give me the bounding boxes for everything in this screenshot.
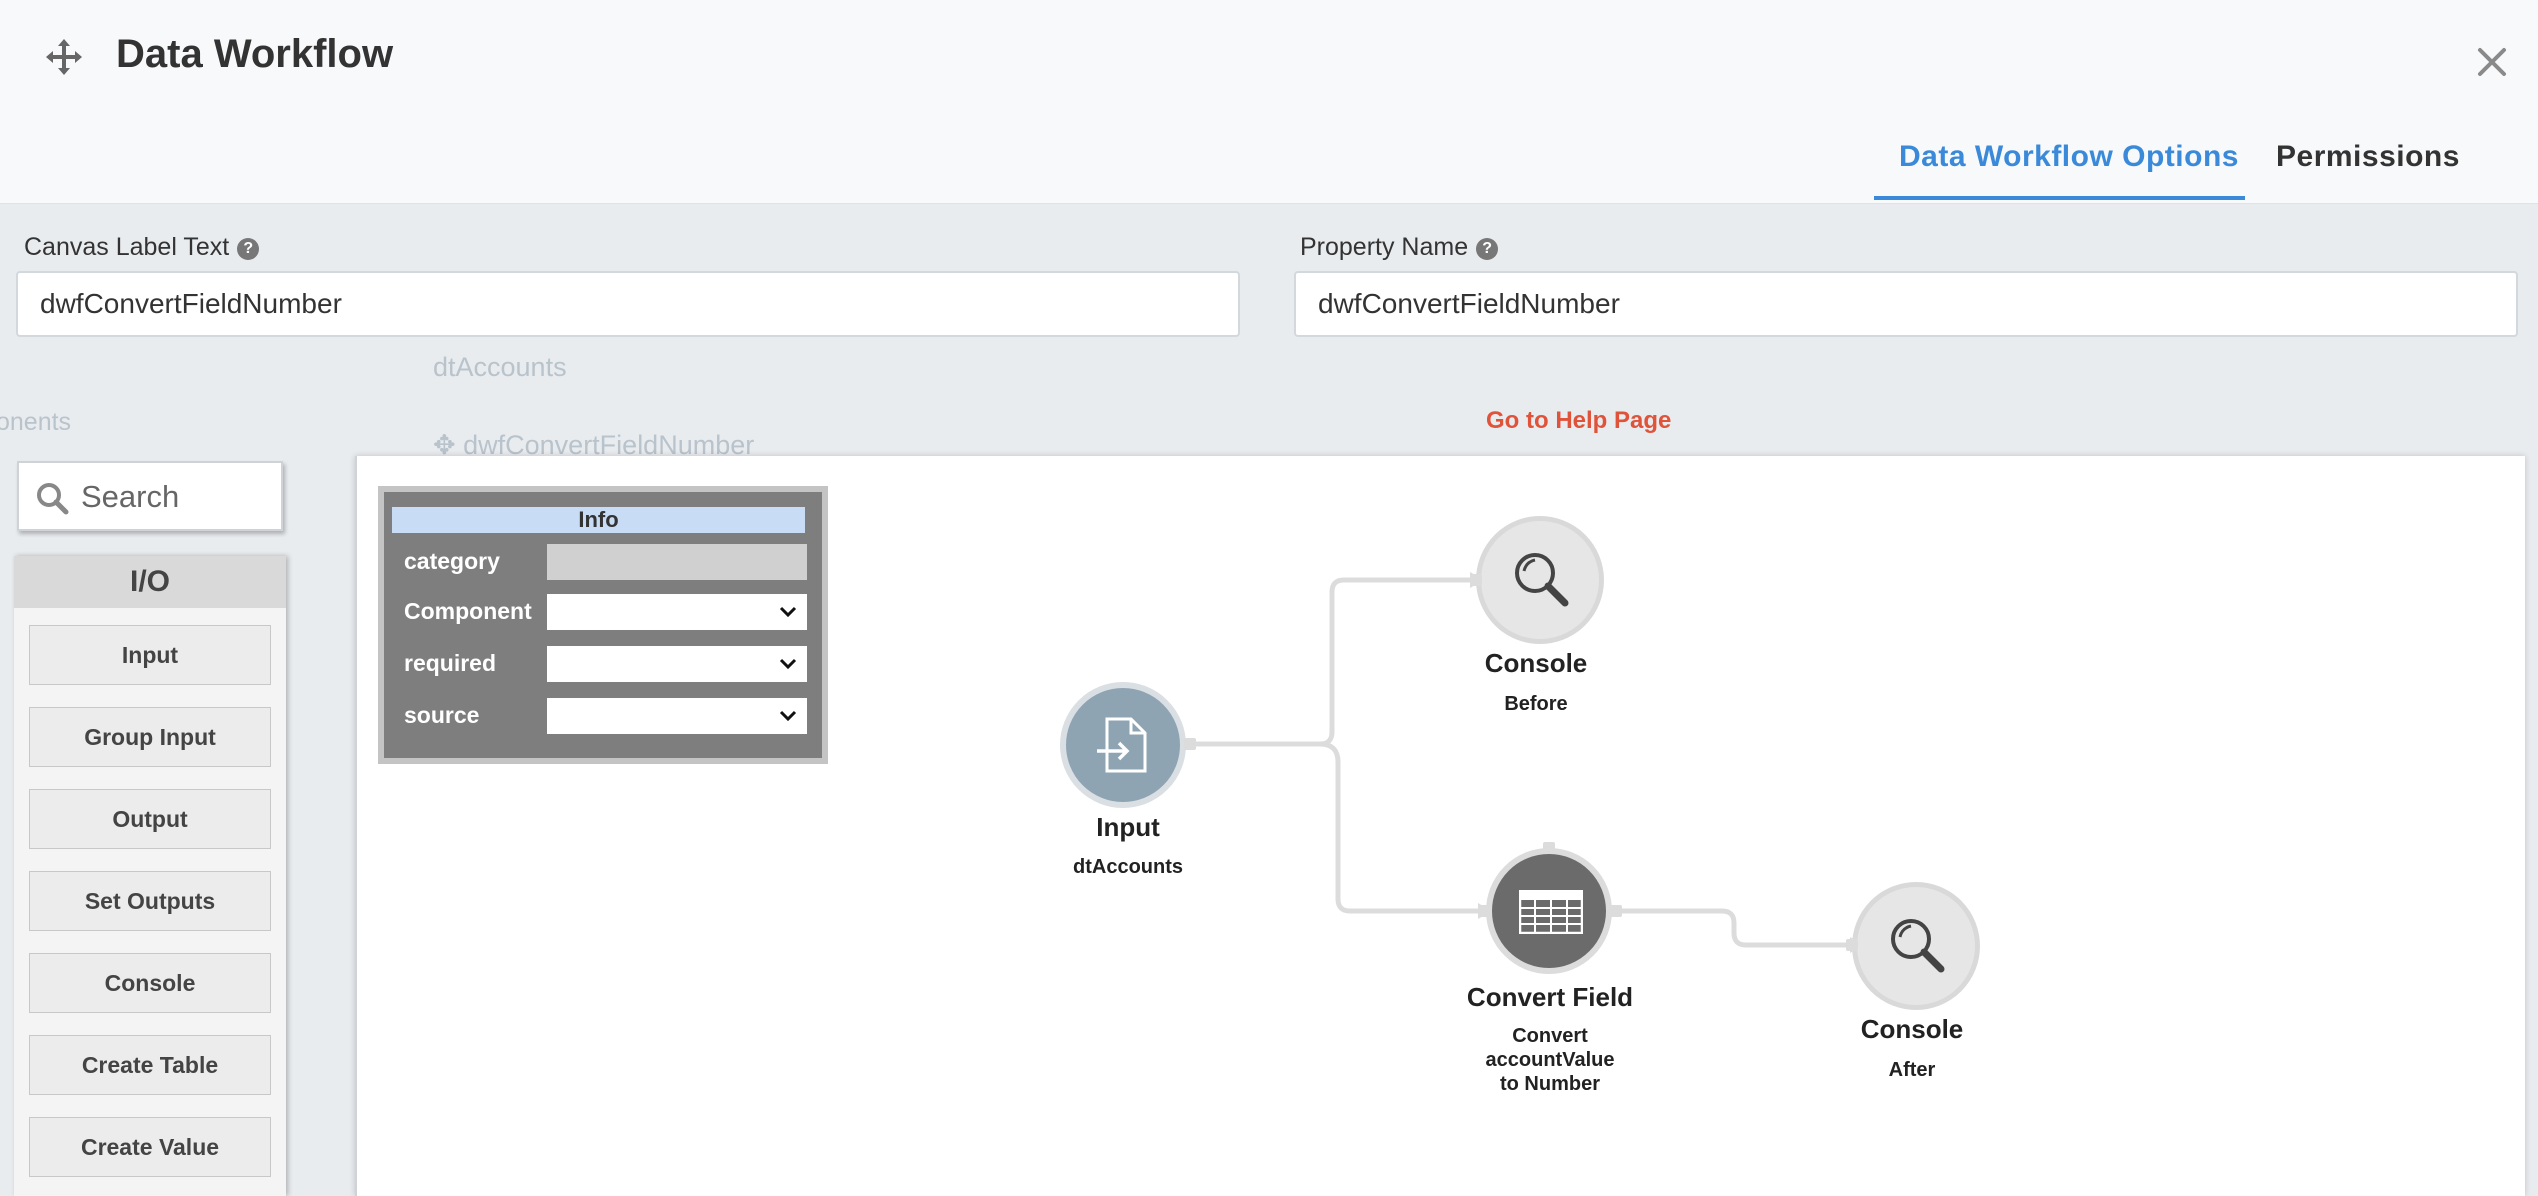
info-required-select[interactable] [547, 646, 807, 682]
convert-subtitle-line: Convert [1512, 1025, 1588, 1047]
node-console-before-title: Console [1484, 648, 1588, 678]
magnifier-icon [1515, 553, 1569, 607]
palette-item-group-input[interactable]: Group Input [29, 707, 271, 767]
active-tab-indicator [1874, 196, 2245, 200]
info-category-field [547, 544, 807, 580]
move-icon[interactable] [44, 37, 84, 77]
info-label-category: category [404, 548, 500, 574]
property-name-input[interactable]: dwfConvertFieldNumber [1294, 271, 2518, 337]
chevron-down-icon [779, 658, 797, 670]
search-icon [37, 483, 69, 515]
chevron-down-icon [779, 710, 797, 722]
close-icon[interactable] [2470, 40, 2514, 84]
node-input[interactable] [1060, 682, 1186, 808]
background-components-label: onents [0, 408, 72, 436]
palette-item-create-value[interactable]: Create Value [29, 1117, 271, 1177]
console-before-in-port[interactable] [1470, 574, 1482, 586]
property-name-caption: Property Name [1300, 233, 1469, 261]
canvas-label-text-label: Canvas Label Text? [24, 233, 260, 262]
tab-permissions[interactable]: Permissions [2276, 140, 2460, 174]
console-after-in-port[interactable] [1846, 939, 1858, 951]
search-placeholder: Search [81, 479, 180, 514]
component-palette: I/O Input Group Input Output Set Outputs… [14, 556, 286, 1196]
convert-top-port[interactable] [1543, 842, 1555, 854]
palette-section-io[interactable]: I/O [14, 556, 286, 608]
node-convert-field-subtitle: Convert accountValue to Number [1430, 1024, 1670, 1096]
table-icon [1519, 890, 1583, 934]
node-input-subtitle: dtAccounts [1073, 856, 1183, 878]
palette-search-input[interactable]: Search [17, 461, 283, 531]
property-name-label: Property Name? [1300, 233, 1499, 262]
help-icon[interactable]: ? [1476, 238, 1499, 260]
palette-item-console[interactable]: Console [29, 953, 271, 1013]
node-input-title: Input [1096, 812, 1160, 842]
palette-item-set-outputs[interactable]: Set Outputs [29, 871, 271, 931]
node-console-after[interactable] [1852, 882, 1980, 1010]
file-import-icon [1097, 717, 1147, 773]
canvas-label-text-input[interactable]: dwfConvertFieldNumber [16, 271, 1240, 337]
modal-title: Data Workflow [116, 32, 394, 76]
help-icon[interactable]: ? [237, 238, 260, 260]
node-convert-field-title: Convert Field [1466, 982, 1634, 1012]
info-panel: Info category Component required source [378, 486, 828, 764]
info-source-select[interactable] [547, 698, 807, 734]
info-label-component: Component [404, 598, 532, 624]
convert-subtitle-line: to Number [1500, 1073, 1600, 1095]
palette-item-input[interactable]: Input [29, 625, 271, 685]
info-component-select[interactable] [547, 594, 807, 630]
node-console-before-subtitle: Before [1504, 693, 1568, 715]
node-console-before[interactable] [1476, 516, 1604, 644]
magnifier-icon [1891, 919, 1945, 973]
node-convert-field[interactable] [1486, 848, 1612, 974]
input-out-port[interactable] [1184, 738, 1196, 750]
palette-item-output[interactable]: Output [29, 789, 271, 849]
canvas-label-text-caption: Canvas Label Text [24, 233, 230, 261]
info-label-required: required [404, 650, 497, 676]
info-panel-title: Info [392, 507, 805, 533]
node-console-after-subtitle: After [1888, 1059, 1936, 1081]
convert-out-port[interactable] [1610, 905, 1622, 917]
node-console-after-title: Console [1860, 1014, 1964, 1044]
info-label-source: source [404, 702, 480, 728]
help-page-link[interactable]: Go to Help Page [1486, 407, 1671, 435]
tab-data-workflow-options[interactable]: Data Workflow Options [1899, 140, 2239, 174]
chevron-down-icon [779, 606, 797, 618]
palette-item-create-table[interactable]: Create Table [29, 1035, 271, 1095]
background-data-table-label: dtAccounts [433, 352, 567, 382]
convert-subtitle-line: accountValue [1485, 1049, 1615, 1071]
convert-in-port[interactable] [1480, 905, 1492, 917]
modal-header: Data Workflow Data Workflow Options Perm… [0, 0, 2538, 204]
